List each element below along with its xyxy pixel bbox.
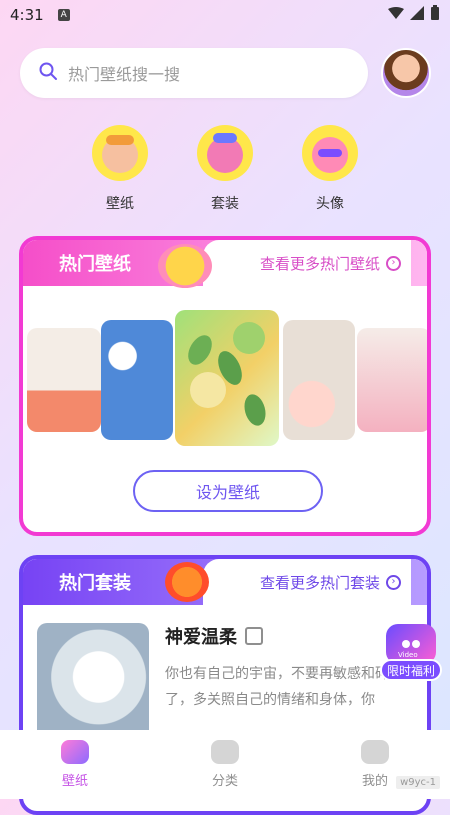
input-method-icon: A — [57, 9, 70, 21]
avatar[interactable] — [381, 48, 431, 98]
wallpaper-character-icon — [92, 125, 148, 181]
copy-icon[interactable] — [245, 627, 263, 645]
category-nav-icon — [211, 740, 239, 764]
status-bar: 4:31 A — [0, 0, 450, 30]
wallpaper-thumbnail[interactable] — [27, 328, 101, 432]
wallpaper-thumbnail[interactable] — [283, 320, 355, 440]
avatar-character-icon — [302, 125, 358, 181]
hot-suits-more-text: 查看更多热门套装 — [259, 573, 380, 592]
battery-icon — [430, 5, 440, 25]
search-icon — [38, 61, 58, 85]
search-input[interactable]: 热门壁纸搜一搜 — [20, 48, 368, 98]
set-wallpaper-button[interactable]: 设为壁纸 — [133, 470, 323, 512]
wifi-icon — [388, 6, 404, 24]
category-nav: 壁纸 套装 头像 — [90, 125, 360, 220]
category-avatar[interactable]: 头像 — [300, 125, 360, 220]
nav-item-category[interactable]: 分类 — [185, 736, 265, 794]
watermark: w9yc-1 — [396, 776, 440, 789]
promo-label: 限时福利 — [380, 659, 442, 681]
bottom-navigation: 壁纸 分类 我的 w9yc-1 — [0, 730, 450, 799]
wallpaper-carousel[interactable] — [27, 310, 427, 450]
wallpaper-thumbnail[interactable] — [357, 328, 427, 432]
suit-description: 你也有自己的宇宙，不要再敏感和碎了，多关照自己的情绪和身体，你 — [165, 666, 389, 708]
suit-title: 神爱温柔 — [165, 627, 237, 648]
promo-badge[interactable]: Video 限时福利 — [380, 616, 442, 684]
chevron-right-icon: › — [386, 574, 401, 590]
chevron-right-icon: › — [386, 255, 401, 271]
category-wallpaper[interactable]: 壁纸 — [90, 125, 150, 220]
category-label: 套装 — [211, 196, 239, 212]
smiling-emoji-icon — [158, 244, 212, 288]
hot-suits-more-link[interactable]: 查看更多热门套装 › — [203, 559, 411, 605]
hot-wallpapers-card: 热门壁纸 查看更多热门壁纸 › 设为壁纸 — [19, 236, 431, 536]
hot-suits-header: 热门套装 查看更多热门套装 › — [23, 559, 427, 605]
promo-video-text: Video — [398, 651, 418, 659]
nav-label: 我的 — [361, 774, 388, 789]
wallpaper-thumbnail[interactable] — [175, 310, 279, 446]
wallpaper-nav-icon — [61, 740, 89, 764]
profile-nav-icon — [361, 740, 389, 764]
search-placeholder: 热门壁纸搜一搜 — [68, 65, 181, 84]
signal-icon — [410, 6, 424, 24]
nav-label: 分类 — [211, 774, 238, 789]
wallpaper-thumbnail[interactable] — [101, 320, 173, 440]
mascot-icon — [165, 562, 209, 602]
hot-wallpapers-more-link[interactable]: 查看更多热门壁纸 › — [203, 240, 411, 286]
theme-suit-character-icon — [197, 125, 253, 181]
status-icons — [388, 5, 440, 25]
suit-item[interactable]: 神爱温柔 你也有自己的宇宙，不要再敏感和碎了，多关照自己的情绪和身体，你 — [37, 623, 417, 743]
tv-icon: Video — [386, 624, 436, 664]
category-label: 壁纸 — [106, 196, 134, 212]
hot-suits-title: 热门套装 — [59, 573, 131, 594]
nav-item-wallpaper[interactable]: 壁纸 — [35, 736, 115, 794]
suit-thumbnail[interactable] — [37, 623, 149, 743]
status-time: 4:31 — [10, 6, 44, 24]
category-suit[interactable]: 套装 — [195, 125, 255, 220]
hot-wallpapers-title: 热门壁纸 — [59, 254, 131, 275]
hot-wallpapers-header: 热门壁纸 查看更多热门壁纸 › — [23, 240, 427, 288]
hot-wallpapers-more-text: 查看更多热门壁纸 — [259, 254, 380, 273]
nav-label: 壁纸 — [61, 774, 88, 789]
category-label: 头像 — [316, 196, 344, 212]
